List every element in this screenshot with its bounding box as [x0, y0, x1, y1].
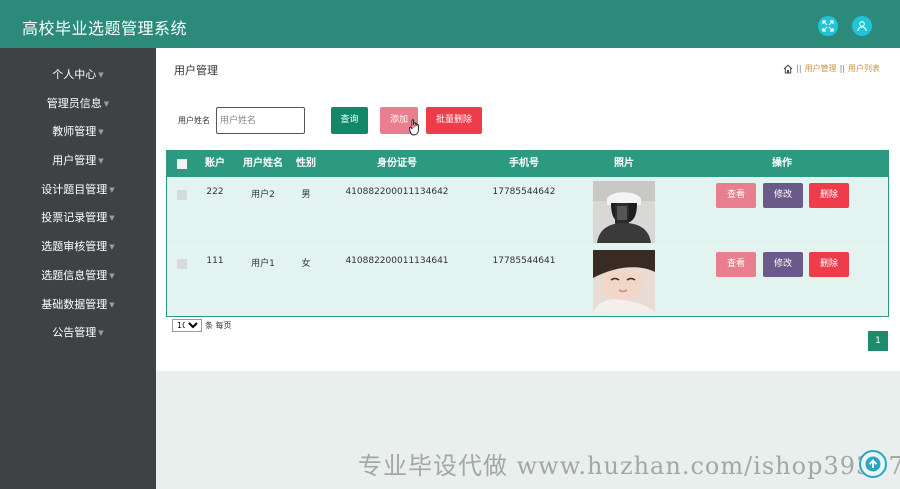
- header-actions: 操作: [772, 158, 792, 169]
- chevron-down-icon: ▼: [109, 301, 115, 309]
- row-checkbox[interactable]: [177, 259, 187, 269]
- expand-icon[interactable]: [818, 16, 838, 36]
- user-photo[interactable]: [593, 181, 655, 243]
- chevron-down-icon: ▼: [103, 100, 110, 108]
- chevron-down-icon: ▼: [109, 243, 115, 251]
- users-table: 账户 用户姓名 性别 身份证号 手机号 照片 操作 222 用户2 男 4108…: [166, 150, 889, 317]
- user-icon[interactable]: [852, 16, 872, 36]
- query-button[interactable]: 查询: [331, 107, 368, 134]
- sidebar-item-teachers[interactable]: 教师管理 ▼: [0, 122, 156, 142]
- cell-id-card: 410882200011134641: [345, 256, 449, 266]
- sidebar-item-label: 管理员信息: [46, 97, 102, 110]
- cell-name: 用户1: [251, 259, 275, 269]
- sidebar: 个人中心 ▼ 管理员信息 ▼ 教师管理 ▼ 用户管理 ▼ 设计题目管理 ▼ 投票记录管理 ▼…: [0, 48, 156, 489]
- delete-button[interactable]: 删除: [809, 252, 849, 277]
- chevron-down-icon: ▼: [98, 157, 104, 165]
- sidebar-item-label: 教师管理: [52, 125, 97, 138]
- search-label: 用户姓名: [178, 116, 210, 125]
- view-button[interactable]: 查看: [716, 252, 756, 277]
- app-title: 高校毕业选题管理系统: [22, 19, 188, 38]
- header-phone: 手机号: [509, 158, 539, 169]
- back-to-top-icon[interactable]: [859, 450, 887, 478]
- page-title: 用户管理: [174, 64, 218, 77]
- sidebar-item-votes[interactable]: 投票记录管理 ▼: [0, 208, 156, 228]
- breadcrumb-separator: ||: [796, 64, 802, 73]
- sidebar-item-announcements[interactable]: 公告管理 ▼: [0, 323, 156, 343]
- cell-phone: 17785544641: [492, 256, 556, 266]
- sidebar-item-label: 设计题目管理: [41, 183, 108, 196]
- table-header: 账户 用户姓名 性别 身份证号 手机号 照片 操作: [167, 151, 888, 177]
- header-gender: 性别: [296, 158, 316, 169]
- sidebar-item-topics[interactable]: 设计题目管理 ▼: [0, 180, 156, 200]
- chevron-down-icon: ▼: [109, 272, 115, 280]
- cell-phone: 17785544642: [492, 187, 556, 197]
- sidebar-item-label: 公告管理: [52, 326, 97, 339]
- cell-account: 111: [206, 256, 224, 266]
- cell-name: 用户2: [251, 190, 275, 200]
- sidebar-item-review[interactable]: 选题审核管理 ▼: [0, 237, 156, 257]
- sidebar-item-label: 选题信息管理: [41, 269, 108, 282]
- header-account: 账户: [205, 158, 225, 169]
- page-size-select[interactable]: 10: [172, 319, 202, 332]
- sidebar-item-base-data[interactable]: 基础数据管理 ▼: [0, 295, 156, 315]
- edit-button[interactable]: 修改: [763, 252, 803, 277]
- sidebar-item-users[interactable]: 用户管理 ▼: [0, 151, 156, 171]
- chevron-down-icon: ▼: [98, 128, 104, 136]
- row-checkbox[interactable]: [177, 190, 187, 200]
- header-id-card: 身份证号: [377, 158, 417, 169]
- cell-gender: 女: [301, 259, 311, 269]
- home-icon[interactable]: [783, 64, 793, 74]
- top-bar: 高校毕业选题管理系统: [0, 0, 900, 48]
- sidebar-item-label: 用户管理: [52, 154, 97, 167]
- watermark: 专业毕设代做 www.huzhan.com/ishop39397: [358, 452, 900, 480]
- cell-id-card: 410882200011134642: [345, 187, 449, 197]
- search-input[interactable]: [216, 107, 305, 134]
- breadcrumb-user-list[interactable]: 用户列表: [848, 63, 880, 74]
- cell-account: 222: [206, 187, 224, 197]
- sidebar-item-label: 个人中心: [52, 68, 97, 81]
- header-name: 用户姓名: [243, 158, 283, 169]
- sidebar-item-label: 投票记录管理: [41, 211, 108, 224]
- delete-button[interactable]: 删除: [809, 183, 849, 208]
- breadcrumb-user-management[interactable]: 用户管理: [805, 63, 837, 74]
- chevron-down-icon: ▼: [109, 186, 115, 194]
- view-button[interactable]: 查看: [716, 183, 756, 208]
- breadcrumb-separator: ||: [839, 64, 845, 73]
- chevron-down-icon: ▼: [109, 214, 115, 222]
- chevron-down-icon: ▼: [98, 329, 104, 337]
- select-all-checkbox[interactable]: [177, 159, 187, 169]
- table-row: 111 用户1 女 410882200011134641 17785544641…: [167, 247, 888, 315]
- page-size-control: 10 条 每页: [172, 319, 232, 332]
- cell-gender: 男: [301, 190, 311, 200]
- sidebar-item-admin-info[interactable]: 管理员信息 ▼: [0, 94, 156, 114]
- per-page-label: 条 每页: [205, 321, 232, 330]
- user-photo[interactable]: [593, 250, 655, 312]
- batch-delete-button[interactable]: 批量删除: [426, 107, 482, 134]
- breadcrumb: || 用户管理 || 用户列表: [783, 63, 880, 74]
- table-row: 222 用户2 男 410882200011134642 17785544642…: [167, 178, 888, 246]
- hand-cursor-icon: [409, 119, 419, 136]
- sidebar-item-personal-center[interactable]: 个人中心 ▼: [0, 65, 156, 85]
- chevron-down-icon: ▼: [98, 71, 104, 79]
- main-content: 用户管理 || 用户管理 || 用户列表 用户姓名 查询 添加 批量删除 账户 …: [156, 48, 900, 371]
- sidebar-item-label: 基础数据管理: [41, 298, 108, 311]
- sidebar-item-label: 选题审核管理: [41, 240, 108, 253]
- header-photo: 照片: [614, 158, 634, 169]
- page-number-button[interactable]: 1: [868, 331, 888, 351]
- sidebar-item-selection-info[interactable]: 选题信息管理 ▼: [0, 266, 156, 286]
- edit-button[interactable]: 修改: [763, 183, 803, 208]
